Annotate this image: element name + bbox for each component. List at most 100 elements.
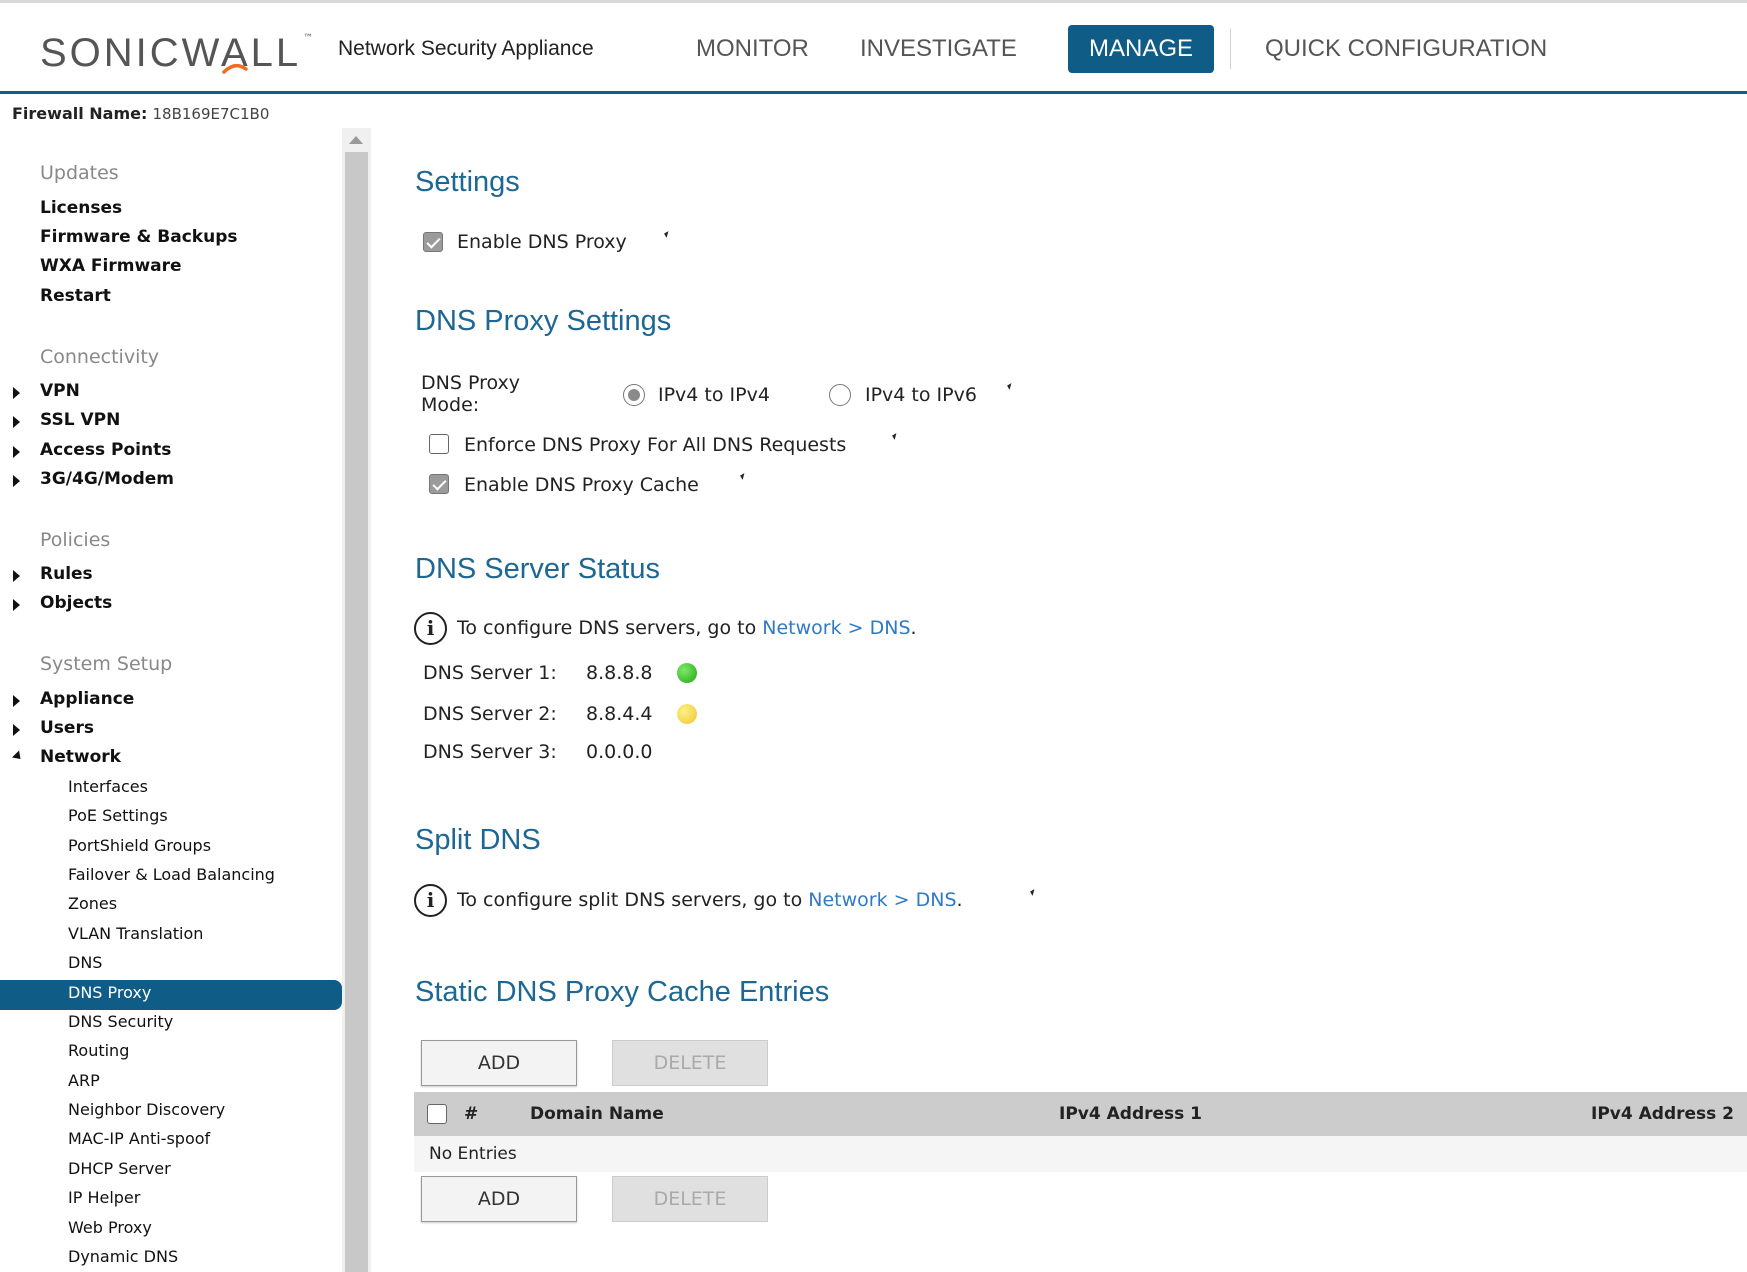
no-entries-text: No Entries [429, 1144, 517, 1164]
status-green-icon [677, 663, 697, 683]
sidebar-item-appliance[interactable]: Appliance [40, 689, 134, 709]
dns-servers-info-prefix: To configure DNS servers, go to [457, 617, 763, 639]
sidebar-item-firmware-backups[interactable]: Firmware & Backups [40, 227, 238, 247]
dns-server-2-value: 8.8.4.4 [586, 703, 653, 725]
sidebar-item-dns[interactable]: DNS [68, 953, 102, 972]
sidebar-item-ssl-vpn[interactable]: SSL VPN [40, 410, 120, 430]
sidebar-item-licenses[interactable]: Licenses [40, 198, 122, 218]
status-yellow-icon [677, 704, 697, 724]
expand-caret-icon[interactable] [13, 695, 20, 707]
enable-dns-proxy-cache-label: Enable DNS Proxy Cache [464, 474, 699, 496]
expand-caret-icon[interactable] [13, 475, 20, 487]
tooltip-marker-icon[interactable] [1030, 889, 1037, 896]
select-all-checkbox[interactable] [427, 1104, 447, 1124]
sidebar-item-ip-helper[interactable]: IP Helper [68, 1188, 140, 1207]
tooltip-marker-icon[interactable] [892, 433, 899, 440]
main-content: Settings Enable DNS Proxy DNS Proxy Sett… [371, 128, 1747, 1272]
mode-ipv4-to-ipv6-radio[interactable] [829, 384, 851, 406]
expand-caret-icon[interactable] [13, 416, 20, 428]
sidebar-item-interfaces[interactable]: Interfaces [68, 777, 148, 796]
scrollbar-thumb[interactable] [345, 152, 368, 1272]
product-name: Network Security Appliance [338, 37, 594, 60]
sidebar-item-zones[interactable]: Zones [68, 894, 117, 913]
expand-caret-icon[interactable] [13, 387, 20, 399]
sidebar-item-poe-settings[interactable]: PoE Settings [68, 806, 168, 825]
scroll-up-arrow-icon[interactable] [349, 136, 363, 144]
sidebar-item-arp[interactable]: ARP [68, 1071, 100, 1090]
sidebar-item-access-points[interactable]: Access Points [40, 440, 171, 460]
col-header-ipv4-address-1[interactable]: IPv4 Address 1 [1059, 1104, 1202, 1124]
split-dns-info-text: To configure split DNS servers, go to Ne… [457, 889, 963, 911]
dns-servers-info-text: To configure DNS servers, go to Network … [457, 617, 917, 639]
sidebar-item-restart[interactable]: Restart [40, 286, 111, 306]
info-icon: i [414, 884, 447, 917]
sidebar-item-mac-ip-anti-spoof[interactable]: MAC-IP Anti-spoof [68, 1129, 210, 1148]
sidebar-item-objects[interactable]: Objects [40, 593, 112, 613]
sidebar-item-web-proxy[interactable]: Web Proxy [68, 1218, 152, 1237]
expand-caret-icon[interactable] [13, 724, 20, 736]
group-system-setup: System Setup [40, 653, 173, 675]
add-button-bottom[interactable]: ADD [421, 1176, 577, 1222]
col-header-ipv4-address-2[interactable]: IPv4 Address 2 [1591, 1104, 1734, 1124]
tab-investigate[interactable]: INVESTIGATE [839, 25, 1038, 73]
collapse-caret-icon[interactable] [11, 750, 25, 763]
tab-quick-configuration[interactable]: QUICK CONFIGURATION [1244, 25, 1568, 73]
table-header: # Domain Name IPv4 Address 1 IPv4 Addres… [414, 1092, 1747, 1136]
sidebar-item-dhcp-server[interactable]: DHCP Server [68, 1159, 171, 1178]
tab-manage[interactable]: MANAGE [1068, 25, 1215, 73]
firewall-name-value: 18B169E7C1B0 [152, 105, 270, 123]
sidebar-item-dynamic-dns[interactable]: Dynamic DNS [68, 1247, 178, 1266]
network-dns-link[interactable]: Network > DNS [808, 889, 956, 911]
dns-server-1-value: 8.8.8.8 [586, 662, 653, 684]
sidebar-item-users[interactable]: Users [40, 718, 94, 738]
sidebar-item-portshield-groups[interactable]: PortShield Groups [68, 836, 211, 855]
trademark-mark: ™ [303, 33, 314, 44]
add-button-top[interactable]: ADD [421, 1040, 577, 1086]
expand-caret-icon[interactable] [13, 446, 20, 458]
group-updates: Updates [40, 162, 119, 184]
info-icon: i [414, 612, 447, 645]
sidebar-item-dns-proxy[interactable]: DNS Proxy [68, 983, 151, 1002]
table-empty-row: No Entries [414, 1136, 1747, 1172]
sidebar-scrollbar[interactable] [342, 128, 371, 1272]
sidebar-item-neighbor-discovery[interactable]: Neighbor Discovery [68, 1100, 225, 1119]
delete-button-top[interactable]: DELETE [612, 1040, 768, 1086]
section-title-settings: Settings [415, 166, 520, 198]
delete-button-bottom[interactable]: DELETE [612, 1176, 768, 1222]
col-header-domain-name[interactable]: Domain Name [530, 1104, 664, 1124]
sidebar-item-vpn[interactable]: VPN [40, 381, 80, 401]
dns-proxy-mode-label-line1: DNS Proxy [421, 372, 520, 394]
tooltip-marker-icon[interactable] [740, 473, 747, 480]
sidebar-item-dns-security[interactable]: DNS Security [68, 1012, 173, 1031]
tooltip-marker-icon[interactable] [664, 231, 671, 238]
enforce-dns-proxy-checkbox[interactable] [429, 434, 449, 454]
section-title-static-cache-entries: Static DNS Proxy Cache Entries [415, 976, 830, 1008]
firewall-name: Firewall Name: 18B169E7C1B0 [12, 104, 269, 123]
sidebar-item-vlan-translation[interactable]: VLAN Translation [68, 924, 203, 943]
dns-servers-info-suffix: . [910, 617, 917, 639]
mode-ipv4-to-ipv4-label: IPv4 to IPv4 [658, 384, 770, 406]
group-policies: Policies [40, 529, 111, 551]
sidebar-item-failover-load-balancing[interactable]: Failover & Load Balancing [68, 865, 275, 884]
sidebar-nav: Updates Licenses Firmware & Backups WXA … [0, 128, 342, 1272]
split-dns-info-suffix: . [956, 889, 963, 911]
expand-caret-icon[interactable] [13, 570, 20, 582]
tooltip-marker-icon[interactable] [1007, 383, 1014, 390]
col-header-number[interactable]: # [464, 1104, 478, 1124]
sidebar-item-network[interactable]: Network [40, 747, 121, 767]
mode-ipv4-to-ipv4-radio[interactable] [623, 384, 645, 406]
enable-dns-proxy-checkbox[interactable] [423, 232, 443, 252]
enable-dns-proxy-cache-checkbox[interactable] [429, 474, 449, 494]
section-title-split-dns: Split DNS [415, 824, 541, 856]
enable-dns-proxy-label: Enable DNS Proxy [457, 231, 627, 253]
dns-server-3-label: DNS Server 3: [423, 741, 557, 763]
network-dns-link[interactable]: Network > DNS [762, 617, 910, 639]
tab-monitor[interactable]: MONITOR [675, 25, 830, 73]
expand-caret-icon[interactable] [13, 599, 20, 611]
sidebar-item-rules[interactable]: Rules [40, 564, 93, 584]
mode-ipv4-to-ipv6-label: IPv4 to IPv6 [865, 384, 977, 406]
sidebar-item-wxa-firmware[interactable]: WXA Firmware [40, 256, 182, 276]
sidebar-item-routing[interactable]: Routing [68, 1041, 129, 1060]
sonicwall-logo: SONICWALL ™ [40, 27, 314, 74]
sidebar-item-3g-4g-modem[interactable]: 3G/4G/Modem [40, 469, 174, 489]
